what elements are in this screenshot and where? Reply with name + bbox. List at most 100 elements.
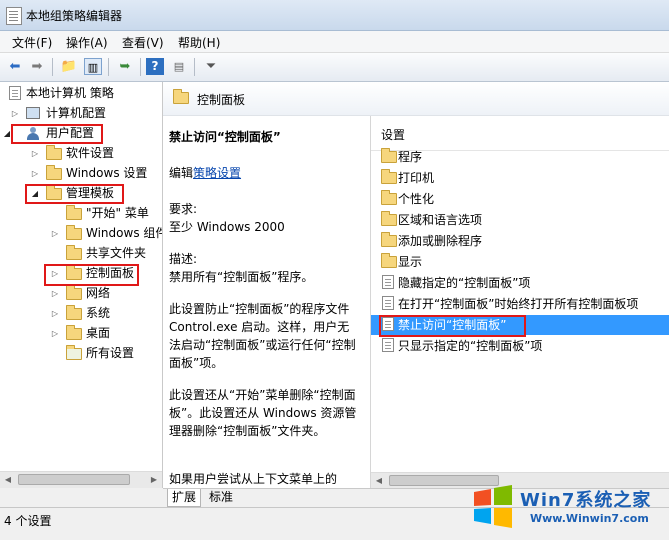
list-item-folder[interactable]: 区域和语言选项: [371, 210, 669, 230]
folder-icon: [46, 145, 62, 160]
list-item-policy-selected[interactable]: 禁止访问“控制面板”: [371, 315, 669, 335]
expand-arrow-icon[interactable]: ▷: [50, 284, 60, 303]
policy-document-icon: [9, 86, 21, 100]
description-paragraph-2: 此设置还从“开始”菜单删除“控制面板”。此设置还从 Windows 资源管理器删…: [169, 388, 357, 438]
tree-item-label: 桌面: [86, 326, 111, 340]
all-settings-folder-icon: [66, 345, 82, 360]
list-item-label: 区域和语言选项: [398, 213, 483, 227]
list-item-policy[interactable]: 隐藏指定的“控制面板”项: [371, 273, 669, 293]
list-item-label: 添加或删除程序: [398, 234, 483, 248]
export-list-icon[interactable]: ➥: [116, 58, 134, 75]
folder-icon: [66, 305, 82, 320]
expand-arrow-icon[interactable]: ▷: [30, 164, 40, 183]
list-item-policy[interactable]: 只显示指定的“控制面板”项: [371, 336, 669, 356]
description-panel: 禁止访问“控制面板” 编辑策略设置 要求: 至少 Windows 2000 描述…: [163, 116, 371, 488]
menu-action[interactable]: 操作(A): [66, 34, 108, 51]
folder-icon: [381, 232, 397, 247]
toolbar-separator: [140, 58, 141, 76]
tree-item-label: 控制面板: [86, 266, 135, 280]
edit-policy-link[interactable]: 策略设置: [193, 166, 241, 180]
list-item-folder[interactable]: 添加或删除程序: [371, 231, 669, 251]
tree-item-label: Windows 组件: [86, 226, 163, 240]
requirements-value: 至少 Windows 2000: [169, 220, 285, 234]
list-item-label: 在打开“控制面板”时始终打开所有控制面板项: [398, 297, 639, 311]
policy-icon: [382, 275, 394, 289]
description-label: 描述:: [169, 252, 198, 266]
description-text: 禁用所有“控制面板”程序。: [169, 270, 314, 284]
scroll-right-icon[interactable]: ▶: [146, 472, 162, 488]
tree-item-label: 所有设置: [86, 346, 135, 360]
folder-icon: [66, 245, 82, 260]
tree-item-label: 用户配置: [46, 126, 95, 140]
folder-icon: [381, 211, 397, 226]
menu-file[interactable]: 文件(F): [12, 34, 52, 51]
tree-item-label: 共享文件夹: [86, 246, 147, 260]
expand-arrow-icon[interactable]: ▷: [50, 304, 60, 323]
expand-arrow-icon[interactable]: ▷: [50, 224, 60, 243]
expand-arrow-icon[interactable]: ▷: [10, 104, 20, 123]
list-item-folder[interactable]: 打印机: [371, 168, 669, 188]
expand-arrow-icon[interactable]: ▷: [30, 144, 40, 163]
expand-arrow-icon[interactable]: ▷: [50, 264, 60, 283]
watermark: Win7系统之家 Www.Winwin7.com: [470, 482, 666, 532]
tree-item-label: 计算机配置: [46, 106, 107, 120]
tab-extended[interactable]: 扩展: [167, 489, 202, 507]
requirements-label: 要求:: [169, 202, 198, 216]
list-item-policy[interactable]: 在打开“控制面板”时始终打开所有控制面板项: [371, 294, 669, 314]
scroll-left-icon[interactable]: ◀: [371, 473, 387, 488]
toolbar-separator: [52, 58, 53, 76]
list-item-label: 程序: [398, 150, 423, 164]
settings-column-header[interactable]: 设置: [371, 116, 669, 151]
list-item-label: 隐藏指定的“控制面板”项: [398, 276, 531, 290]
watermark-url: Www.Winwin7.com: [530, 512, 649, 525]
help-icon[interactable]: ?: [146, 58, 164, 75]
list-item-label: 显示: [398, 255, 423, 269]
menu-help[interactable]: 帮助(H): [178, 34, 220, 51]
tree-item-label: 软件设置: [66, 146, 115, 160]
folder-icon: [381, 148, 397, 163]
list-item-folder[interactable]: 程序: [371, 147, 669, 167]
show-hide-tree-icon[interactable]: ▥: [84, 58, 102, 75]
tree-item-label: "开始" 菜单: [86, 206, 149, 220]
title-bar: 本地组策略编辑器: [0, 0, 669, 31]
scrollbar-thumb[interactable]: [18, 474, 130, 485]
folder-icon: [66, 325, 82, 340]
tree-horizontal-scrollbar[interactable]: ◀ ▶: [0, 471, 162, 488]
description-paragraph-1: 此设置防止“控制面板”的程序文件 Control.exe 启动。这样，用户无法启…: [169, 302, 356, 370]
up-folder-icon[interactable]: 📁: [60, 58, 78, 75]
scroll-left-icon[interactable]: ◀: [0, 472, 16, 488]
folder-icon: [66, 225, 82, 240]
edit-policy-line: 编辑策略设置: [169, 164, 359, 182]
collapse-arrow-icon[interactable]: ◢: [2, 124, 12, 143]
back-arrow-icon[interactable]: ⬅: [6, 58, 24, 75]
navigation-tree: 本地计算机 策略 ▷ 计算机配置 ◢ 用户配置 ▷ 软件设置 ▷ Windows…: [0, 82, 163, 488]
properties-icon[interactable]: ▤: [170, 58, 188, 75]
expand-arrow-icon[interactable]: ▷: [50, 324, 60, 343]
tree-item-label: 系统: [86, 306, 111, 320]
folder-icon: [46, 165, 62, 180]
list-item-folder[interactable]: 显示: [371, 252, 669, 272]
tree-item-label: 本地计算机 策略: [26, 86, 114, 100]
collapse-arrow-icon[interactable]: ◢: [30, 184, 40, 203]
folder-icon: [173, 89, 189, 104]
list-item-label: 个性化: [398, 192, 435, 206]
tab-standard[interactable]: 标准: [205, 489, 237, 506]
breadcrumb: 控制面板: [163, 82, 669, 116]
settings-list: 设置 程序 打印机 个性化 区域和语言选项 添加或删除程序 显示 隐藏指定的“控…: [371, 116, 669, 488]
edit-prefix: 编辑: [169, 166, 194, 180]
user-icon: [26, 127, 40, 140]
toolbar-separator: [194, 58, 195, 76]
folder-icon: [66, 265, 82, 280]
list-item-label: 禁止访问“控制面板”: [398, 318, 507, 332]
setting-title: 禁止访问“控制面板”: [169, 130, 281, 144]
forward-arrow-icon[interactable]: ➡: [28, 58, 46, 75]
list-item-folder[interactable]: 个性化: [371, 189, 669, 209]
settings-header-label: 设置: [381, 128, 406, 142]
policy-editor-app-icon: [6, 7, 22, 25]
folder-icon: [66, 205, 82, 220]
breadcrumb-title: 控制面板: [197, 93, 246, 107]
watermark-brand: Win7系统之家: [520, 490, 652, 511]
description-paragraph-3: 如果用户尝试从上下文菜单上的: [169, 472, 338, 486]
filter-icon[interactable]: ⏷: [202, 58, 220, 75]
menu-view[interactable]: 查看(V): [122, 34, 164, 51]
